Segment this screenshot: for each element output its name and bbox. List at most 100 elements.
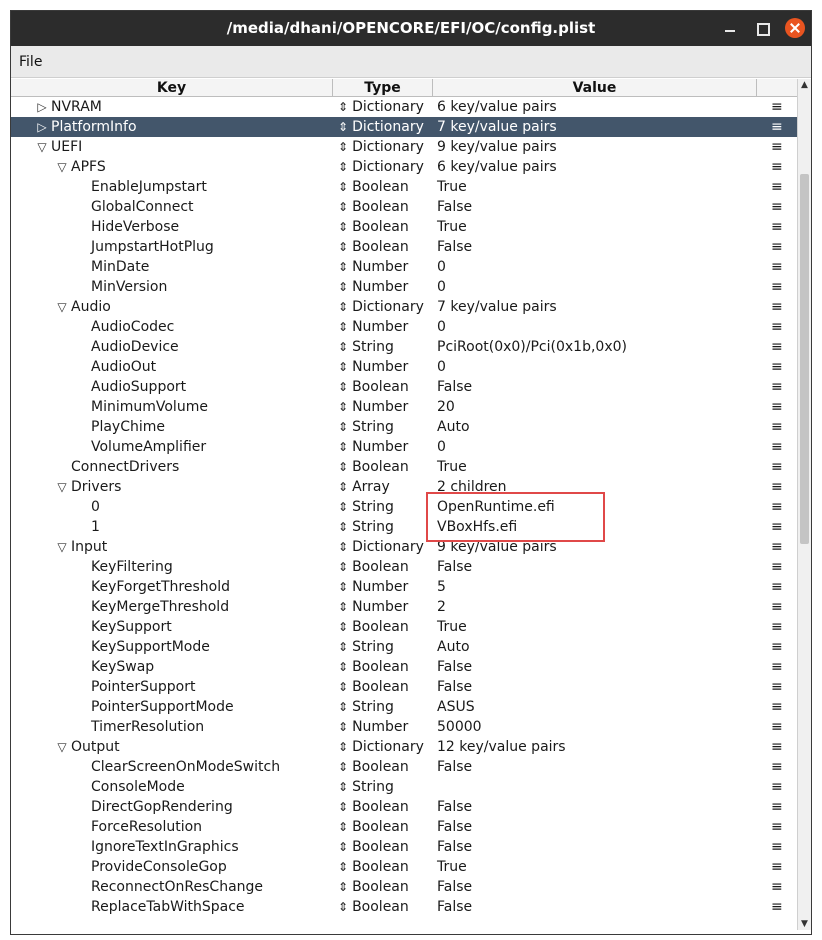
- row-value[interactable]: ASUS: [437, 697, 475, 717]
- row-menu-icon[interactable]: ≡: [771, 497, 783, 517]
- type-selector-icon[interactable]: ⇕: [338, 180, 348, 194]
- row-value[interactable]: True: [437, 857, 467, 877]
- table-row[interactable]: ▽ Output ⇕ Dictionary 12 key/value pairs ≡: [11, 737, 797, 757]
- row-value[interactable]: Auto: [437, 417, 470, 437]
- row-type[interactable]: ⇕ Boolean: [338, 197, 409, 217]
- row-type[interactable]: ⇕ Boolean: [338, 797, 409, 817]
- expand-triangle-icon[interactable]: ▽: [56, 477, 68, 497]
- table-row[interactable]: TimerResolution ⇕ Number 50000 ≡: [11, 717, 797, 737]
- close-icon[interactable]: [785, 18, 805, 38]
- row-menu-icon[interactable]: ≡: [771, 277, 783, 297]
- row-key[interactable]: PlatformInfo: [51, 117, 137, 137]
- row-value[interactable]: False: [437, 797, 472, 817]
- row-menu-icon[interactable]: ≡: [771, 817, 783, 837]
- type-selector-icon[interactable]: ⇕: [338, 300, 348, 314]
- row-value[interactable]: VBoxHfs.efi: [437, 517, 517, 537]
- table-row[interactable]: MinDate ⇕ Number 0 ≡: [11, 257, 797, 277]
- table-row[interactable]: IgnoreTextInGraphics ⇕ Boolean False ≡: [11, 837, 797, 857]
- table-row[interactable]: ▽ Audio ⇕ Dictionary 7 key/value pairs ≡: [11, 297, 797, 317]
- row-key[interactable]: Audio: [71, 297, 111, 317]
- column-header-key[interactable]: Key: [11, 79, 333, 97]
- row-menu-icon[interactable]: ≡: [771, 897, 783, 917]
- minimize-icon[interactable]: [721, 19, 739, 37]
- row-value[interactable]: 0: [437, 277, 446, 297]
- row-menu-icon[interactable]: ≡: [771, 677, 783, 697]
- type-selector-icon[interactable]: ⇕: [338, 820, 348, 834]
- row-value[interactable]: 50000: [437, 717, 482, 737]
- table-row[interactable]: MinVersion ⇕ Number 0 ≡: [11, 277, 797, 297]
- row-key[interactable]: KeyMergeThreshold: [91, 597, 229, 617]
- row-key[interactable]: AudioOut: [91, 357, 156, 377]
- row-menu-icon[interactable]: ≡: [771, 637, 783, 657]
- row-key[interactable]: ConsoleMode: [91, 777, 185, 797]
- row-menu-icon[interactable]: ≡: [771, 197, 783, 217]
- row-menu-icon[interactable]: ≡: [771, 657, 783, 677]
- row-menu-icon[interactable]: ≡: [771, 457, 783, 477]
- row-type[interactable]: ⇕ Array: [338, 477, 390, 497]
- expand-triangle-icon[interactable]: ▽: [56, 537, 68, 557]
- type-selector-icon[interactable]: ⇕: [338, 540, 348, 554]
- table-row[interactable]: ReconnectOnResChange ⇕ Boolean False ≡: [11, 877, 797, 897]
- type-selector-icon[interactable]: ⇕: [338, 600, 348, 614]
- row-value[interactable]: True: [437, 177, 467, 197]
- row-menu-icon[interactable]: ≡: [771, 797, 783, 817]
- row-value[interactable]: False: [437, 557, 472, 577]
- type-selector-icon[interactable]: ⇕: [338, 660, 348, 674]
- table-row[interactable]: EnableJumpstart ⇕ Boolean True ≡: [11, 177, 797, 197]
- row-menu-icon[interactable]: ≡: [771, 217, 783, 237]
- row-key[interactable]: KeySupportMode: [91, 637, 210, 657]
- row-menu-icon[interactable]: ≡: [771, 377, 783, 397]
- table-row[interactable]: PlayChime ⇕ String Auto ≡: [11, 417, 797, 437]
- type-selector-icon[interactable]: ⇕: [338, 240, 348, 254]
- row-value[interactable]: False: [437, 897, 472, 917]
- row-type[interactable]: ⇕ Number: [338, 397, 408, 417]
- table-row[interactable]: ▽ Drivers ⇕ Array 2 children ≡: [11, 477, 797, 497]
- type-selector-icon[interactable]: ⇕: [338, 520, 348, 534]
- collapse-triangle-icon[interactable]: ▷: [36, 97, 48, 117]
- row-key[interactable]: VolumeAmplifier: [91, 437, 206, 457]
- row-value[interactable]: 5: [437, 577, 446, 597]
- type-selector-icon[interactable]: ⇕: [338, 480, 348, 494]
- type-selector-icon[interactable]: ⇕: [338, 680, 348, 694]
- table-row[interactable]: AudioCodec ⇕ Number 0 ≡: [11, 317, 797, 337]
- row-value[interactable]: 6 key/value pairs: [437, 157, 557, 177]
- row-menu-icon[interactable]: ≡: [771, 297, 783, 317]
- row-key[interactable]: PlayChime: [91, 417, 165, 437]
- table-row[interactable]: JumpstartHotPlug ⇕ Boolean False ≡: [11, 237, 797, 257]
- row-value[interactable]: False: [437, 877, 472, 897]
- type-selector-icon[interactable]: ⇕: [338, 780, 348, 794]
- row-value[interactable]: 0: [437, 257, 446, 277]
- type-selector-icon[interactable]: ⇕: [338, 700, 348, 714]
- row-type[interactable]: ⇕ Number: [338, 357, 408, 377]
- row-menu-icon[interactable]: ≡: [771, 517, 783, 537]
- table-row[interactable]: ConnectDrivers ⇕ Boolean True ≡: [11, 457, 797, 477]
- row-key[interactable]: PointerSupport: [91, 677, 195, 697]
- column-header-value[interactable]: Value: [433, 79, 757, 97]
- expand-triangle-icon[interactable]: ▽: [56, 737, 68, 757]
- row-value[interactable]: 0: [437, 357, 446, 377]
- table-row[interactable]: DirectGopRendering ⇕ Boolean False ≡: [11, 797, 797, 817]
- row-value[interactable]: False: [437, 837, 472, 857]
- table-row[interactable]: HideVerbose ⇕ Boolean True ≡: [11, 217, 797, 237]
- row-type[interactable]: ⇕ Dictionary: [338, 97, 424, 117]
- scroll-down-icon[interactable]: ▼: [798, 918, 811, 930]
- row-value[interactable]: False: [437, 817, 472, 837]
- row-type[interactable]: ⇕ Boolean: [338, 177, 409, 197]
- row-menu-icon[interactable]: ≡: [771, 397, 783, 417]
- row-key[interactable]: Input: [71, 537, 107, 557]
- row-menu-icon[interactable]: ≡: [771, 317, 783, 337]
- row-menu-icon[interactable]: ≡: [771, 617, 783, 637]
- row-value[interactable]: False: [437, 677, 472, 697]
- row-menu-icon[interactable]: ≡: [771, 337, 783, 357]
- type-selector-icon[interactable]: ⇕: [338, 200, 348, 214]
- row-type[interactable]: ⇕ String: [338, 417, 394, 437]
- row-menu-icon[interactable]: ≡: [771, 557, 783, 577]
- title-bar[interactable]: /media/dhani/OPENCORE/EFI/OC/config.plis…: [11, 11, 811, 46]
- row-type[interactable]: ⇕ Dictionary: [338, 117, 424, 137]
- table-row[interactable]: KeySupport ⇕ Boolean True ≡: [11, 617, 797, 637]
- row-key[interactable]: ForceResolution: [91, 817, 202, 837]
- type-selector-icon[interactable]: ⇕: [338, 320, 348, 334]
- row-value[interactable]: False: [437, 757, 472, 777]
- row-key[interactable]: KeySupport: [91, 617, 172, 637]
- row-key[interactable]: KeyFiltering: [91, 557, 173, 577]
